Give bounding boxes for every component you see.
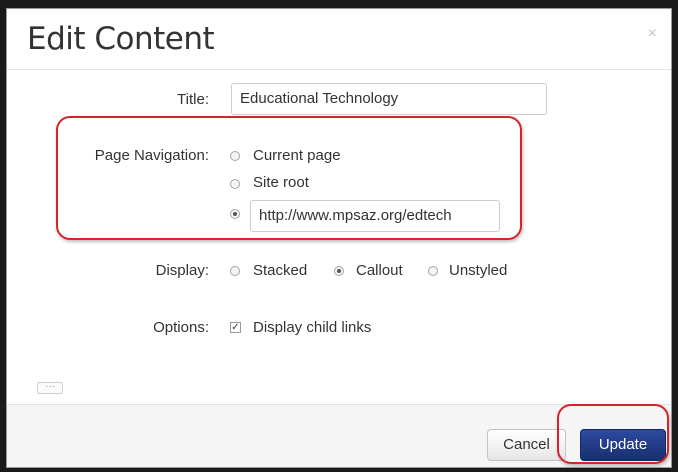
options-label: Options: — [153, 319, 209, 336]
radio-stacked-label: Stacked — [253, 262, 308, 279]
more-options-button[interactable]: ··· — [37, 382, 63, 394]
annotation-highlight-update — [557, 404, 669, 464]
cancel-button[interactable]: Cancel — [487, 429, 566, 461]
title-label: Title: — [177, 91, 209, 108]
title-input[interactable]: Educational Technology — [231, 83, 547, 115]
display-label: Display: — [155, 262, 209, 279]
annotation-highlight-navigation — [56, 116, 522, 240]
radio-callout[interactable] — [334, 266, 344, 276]
radio-unstyled-label: Unstyled — [449, 262, 508, 279]
dialog-title: Edit Content — [27, 21, 215, 57]
radio-stacked[interactable] — [230, 266, 240, 276]
radio-unstyled[interactable] — [428, 266, 438, 276]
close-icon[interactable]: × — [648, 25, 657, 43]
radio-callout-label: Callout — [356, 262, 403, 279]
display-child-links-label: Display child links — [253, 319, 372, 336]
display-child-links-checkbox[interactable]: ✓ — [230, 322, 241, 333]
dialog-header: Edit Content × — [7, 9, 671, 70]
